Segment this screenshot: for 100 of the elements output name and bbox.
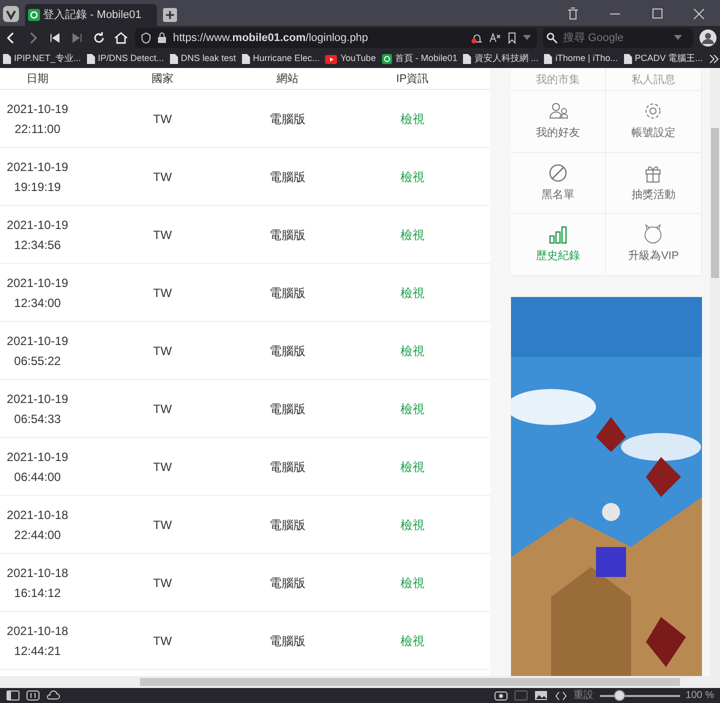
time-text: 22:11:00 bbox=[14, 120, 60, 138]
column-header: 日期 bbox=[26, 72, 48, 87]
site-text: 電腦版 bbox=[270, 170, 306, 184]
dropdown-caret-icon bbox=[674, 35, 682, 41]
address-bar[interactable]: https://www.mobile01.com/loginlog.php bbox=[135, 28, 537, 48]
view-link[interactable]: 檢視 bbox=[400, 228, 424, 242]
bookmark-link[interactable]: DNS leak test bbox=[170, 52, 236, 66]
friends-icon bbox=[548, 101, 568, 121]
site-text: 電腦版 bbox=[270, 112, 306, 126]
view-link[interactable]: 檢視 bbox=[400, 634, 424, 648]
page-icon bbox=[242, 54, 250, 64]
date-text: 2021-10-19 bbox=[6, 274, 68, 292]
more-bookmarks-icon[interactable] bbox=[708, 54, 719, 64]
time-text: 12:34:00 bbox=[14, 294, 61, 312]
bookmark-link[interactable]: YouTube bbox=[325, 52, 376, 66]
play-icon bbox=[325, 54, 338, 64]
time-text: 06:44:00 bbox=[14, 468, 61, 486]
site-logo-icon bbox=[382, 54, 392, 64]
bookmark-link[interactable]: 首頁 - Mobile01 bbox=[382, 52, 458, 66]
bookmark-link[interactable]: Hurricane Elec... bbox=[242, 52, 320, 66]
bar-chart-icon bbox=[548, 224, 568, 244]
blocked-notification-icon bbox=[471, 32, 483, 44]
scrollbar-thumb[interactable] bbox=[711, 128, 719, 278]
column-header: IP資訊 bbox=[396, 72, 429, 87]
code-icon[interactable] bbox=[554, 689, 568, 702]
date-text: 2021-10-19 bbox=[6, 390, 68, 408]
date-text: 2021-10-18 bbox=[6, 564, 68, 582]
view-link[interactable]: 檢視 bbox=[400, 344, 424, 358]
time-text: 06:54:33 bbox=[14, 410, 61, 428]
translate-icon bbox=[489, 32, 501, 44]
page-icon bbox=[3, 54, 11, 64]
slider-thumb[interactable] bbox=[614, 690, 625, 701]
bookmark-link[interactable]: iThome | iTho... bbox=[544, 52, 618, 66]
page-icon bbox=[170, 54, 178, 64]
view-link[interactable]: 檢視 bbox=[400, 170, 424, 184]
time-text: 12:44:21 bbox=[14, 642, 61, 660]
view-link[interactable]: 檢視 bbox=[400, 112, 424, 126]
site-text: 電腦版 bbox=[270, 460, 306, 474]
search-field[interactable]: 搜尋 Google bbox=[543, 28, 693, 48]
vivaldi-logo-icon bbox=[3, 6, 19, 22]
country-text: TW bbox=[153, 170, 172, 184]
scrollbar-thumb[interactable] bbox=[140, 678, 680, 686]
browser-tab[interactable]: 登入記錄 - Mobile01 bbox=[25, 4, 157, 26]
trash-icon[interactable] bbox=[565, 6, 581, 22]
view-link[interactable]: 檢視 bbox=[400, 460, 424, 474]
lock-icon bbox=[157, 32, 167, 44]
menu-item[interactable]: 升級為VIP bbox=[606, 214, 702, 276]
country-text: TW bbox=[153, 402, 172, 416]
site-text: 電腦版 bbox=[270, 286, 306, 300]
bookmark-link[interactable]: 資安人科技網 ... bbox=[463, 52, 538, 66]
menu-item[interactable]: 帳號設定 bbox=[606, 91, 702, 152]
country-text: TW bbox=[153, 112, 172, 126]
date-text: 2021-10-18 bbox=[6, 622, 68, 640]
time-text: 19:19:19 bbox=[14, 178, 61, 196]
window-icon[interactable] bbox=[514, 689, 528, 702]
country-text: TW bbox=[153, 518, 172, 532]
reset-zoom-button[interactable]: 重設 bbox=[574, 688, 594, 703]
date-text: 2021-10-19 bbox=[6, 448, 68, 466]
country-text: TW bbox=[153, 228, 172, 242]
profile-avatar-icon[interactable] bbox=[699, 29, 717, 47]
new-tab-icon[interactable] bbox=[163, 8, 177, 22]
site-logo-icon bbox=[28, 9, 40, 21]
country-text: TW bbox=[153, 460, 172, 474]
menu-item[interactable]: 我的好友 bbox=[510, 91, 606, 152]
dropdown-caret-icon bbox=[523, 35, 531, 41]
bookmark-link[interactable]: IP/DNS Detect... bbox=[86, 52, 164, 66]
page-icon bbox=[86, 54, 95, 64]
date-text: 2021-10-19 bbox=[6, 158, 68, 176]
panel-icon[interactable] bbox=[6, 689, 20, 702]
date-text: 2021-10-19 bbox=[6, 216, 68, 234]
time-text: 22:44:00 bbox=[14, 526, 61, 544]
close-icon[interactable] bbox=[691, 6, 707, 22]
url-text: https://www.mobile01.com/loginlog.php bbox=[173, 30, 370, 46]
site-text: 電腦版 bbox=[270, 402, 306, 416]
view-link[interactable]: 檢視 bbox=[400, 518, 424, 532]
time-text: 06:55:22 bbox=[14, 352, 61, 370]
camera-icon[interactable] bbox=[494, 689, 508, 702]
view-link[interactable]: 檢視 bbox=[400, 402, 424, 416]
cloud-icon[interactable] bbox=[46, 689, 60, 702]
country-text: TW bbox=[153, 634, 172, 648]
tiling-icon[interactable] bbox=[26, 689, 40, 702]
column-header: 網站 bbox=[276, 72, 298, 87]
site-text: 電腦版 bbox=[270, 634, 306, 648]
view-link[interactable]: 檢視 bbox=[400, 576, 424, 590]
menu-item[interactable]: 私人訊息 bbox=[606, 68, 702, 91]
view-link[interactable]: 檢視 bbox=[400, 286, 424, 300]
blocked-icon bbox=[548, 162, 568, 182]
search-icon bbox=[546, 32, 558, 44]
menu-item[interactable]: 歷史紀錄 bbox=[510, 214, 606, 276]
bookmark-link[interactable]: PCADV 電腦王... bbox=[624, 52, 703, 66]
tab-title: 登入記錄 - Mobile01 bbox=[43, 8, 142, 23]
country-text: TW bbox=[153, 576, 172, 590]
menu-item[interactable]: 黑名單 bbox=[510, 152, 606, 214]
home-icon[interactable] bbox=[113, 30, 129, 46]
image-icon[interactable] bbox=[534, 689, 548, 702]
settings-icon bbox=[643, 101, 664, 121]
site-text: 電腦版 bbox=[270, 518, 306, 532]
menu-item[interactable]: 抽獎活動 bbox=[606, 152, 702, 214]
bookmark-link[interactable]: IPIP.NET_专业... bbox=[3, 52, 81, 66]
bookmark-icon bbox=[507, 32, 517, 44]
